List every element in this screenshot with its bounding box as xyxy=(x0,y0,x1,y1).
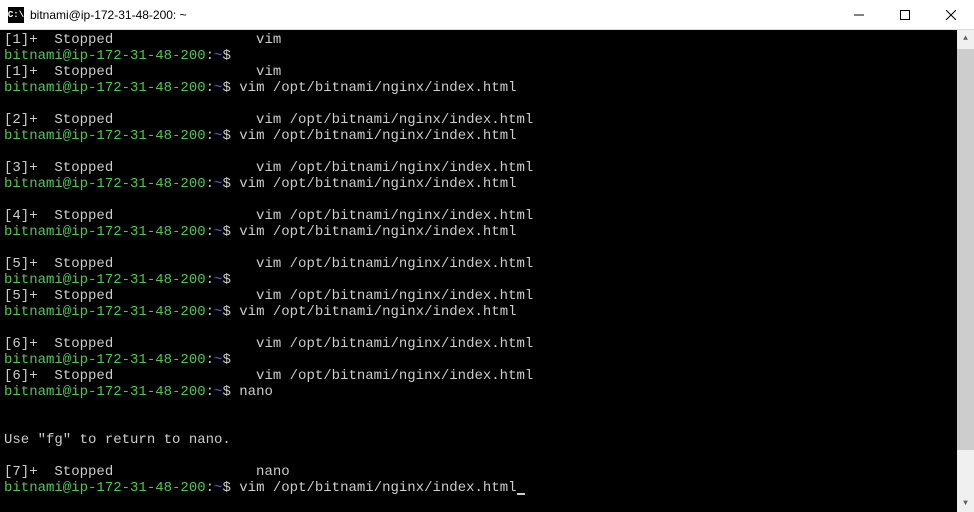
cursor xyxy=(517,493,525,495)
close-button[interactable] xyxy=(928,0,974,30)
terminal-line xyxy=(4,240,970,256)
maximize-button[interactable] xyxy=(882,0,928,30)
terminal-line: bitnami@ip-172-31-48-200:~$ vim /opt/bit… xyxy=(4,224,970,240)
minimize-button[interactable] xyxy=(836,0,882,30)
terminal-line: [6]+ Stopped vim /opt/bitnami/nginx/inde… xyxy=(4,336,970,352)
terminal-line: [2]+ Stopped vim /opt/bitnami/nginx/inde… xyxy=(4,112,970,128)
scrollbar-down-arrow-icon[interactable]: ▼ xyxy=(957,495,974,512)
scrollbar-thumb[interactable] xyxy=(957,49,974,450)
terminal-line: [1]+ Stopped vim xyxy=(4,32,970,48)
terminal-line: bitnami@ip-172-31-48-200:~$ xyxy=(4,352,970,368)
terminal-line: bitnami@ip-172-31-48-200:~$ xyxy=(4,48,970,64)
terminal-line xyxy=(4,400,970,416)
scrollbar-track[interactable] xyxy=(957,49,974,495)
terminal-line: bitnami@ip-172-31-48-200:~$ vim /opt/bit… xyxy=(4,480,970,496)
terminal-line: Use "fg" to return to nano. xyxy=(4,432,970,448)
window-titlebar: C:\ bitnami@ip-172-31-48-200: ~ xyxy=(0,0,974,30)
terminal-line: bitnami@ip-172-31-48-200:~$ nano xyxy=(4,384,970,400)
scrollbar[interactable]: ▲ ▼ xyxy=(957,30,974,510)
console-icon: C:\ xyxy=(8,7,24,23)
terminal-line: bitnami@ip-172-31-48-200:~$ vim /opt/bit… xyxy=(4,176,970,192)
terminal-line: [4]+ Stopped vim /opt/bitnami/nginx/inde… xyxy=(4,208,970,224)
terminal-area[interactable]: [1]+ Stopped vimbitnami@ip-172-31-48-200… xyxy=(0,30,974,510)
terminal-line xyxy=(4,96,970,112)
terminal-line: bitnami@ip-172-31-48-200:~$ vim /opt/bit… xyxy=(4,80,970,96)
window-title: bitnami@ip-172-31-48-200: ~ xyxy=(30,8,187,22)
titlebar-left: C:\ bitnami@ip-172-31-48-200: ~ xyxy=(8,7,187,23)
terminal-line: [5]+ Stopped vim /opt/bitnami/nginx/inde… xyxy=(4,256,970,272)
terminal-line: bitnami@ip-172-31-48-200:~$ vim /opt/bit… xyxy=(4,128,970,144)
terminal-line: [1]+ Stopped vim xyxy=(4,64,970,80)
terminal-line: bitnami@ip-172-31-48-200:~$ xyxy=(4,272,970,288)
terminal-line xyxy=(4,416,970,432)
terminal-line: [6]+ Stopped vim /opt/bitnami/nginx/inde… xyxy=(4,368,970,384)
terminal-line: [5]+ Stopped vim /opt/bitnami/nginx/inde… xyxy=(4,288,970,304)
terminal-line: [7]+ Stopped nano xyxy=(4,464,970,480)
scrollbar-up-arrow-icon[interactable]: ▲ xyxy=(957,30,974,47)
terminal-line: [3]+ Stopped vim /opt/bitnami/nginx/inde… xyxy=(4,160,970,176)
terminal-line xyxy=(4,320,970,336)
terminal-line xyxy=(4,448,970,464)
terminal-line xyxy=(4,144,970,160)
terminal-line: bitnami@ip-172-31-48-200:~$ vim /opt/bit… xyxy=(4,304,970,320)
terminal-line xyxy=(4,192,970,208)
titlebar-controls xyxy=(836,0,974,30)
